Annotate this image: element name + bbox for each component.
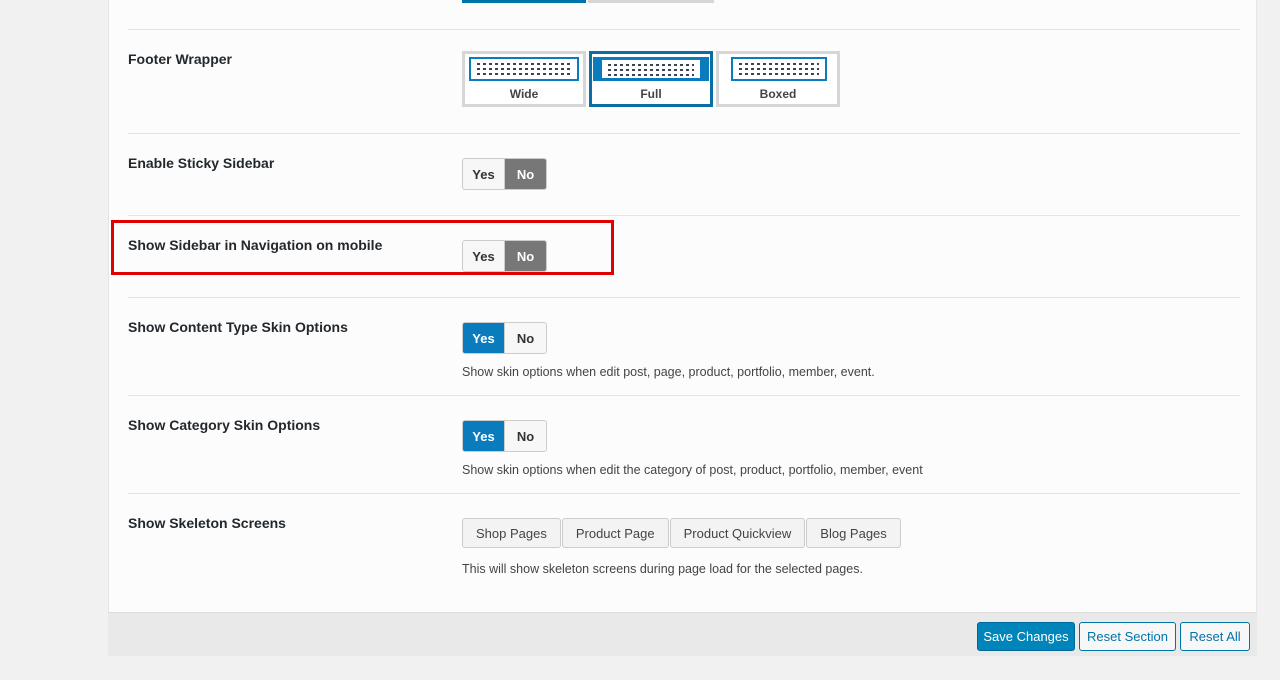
product-page-button[interactable]: Product Page [561, 518, 669, 548]
wide-caption: Wide [509, 87, 539, 101]
content-type-skin-hint: Show skin options when edit post, page, … [462, 365, 875, 379]
category-skin-no[interactable]: No [504, 421, 546, 451]
sticky-sidebar-label: Enable Sticky Sidebar [128, 155, 275, 171]
content-type-skin-no[interactable]: No [504, 323, 546, 353]
sidebar-nav-mobile-row: Show Sidebar in Navigation on mobile Yes… [128, 215, 1240, 298]
boxed-layout-icon [731, 57, 827, 81]
blog-pages-button[interactable]: Blog Pages [806, 518, 901, 548]
sticky-sidebar-field: Yes No [462, 158, 547, 190]
full-layout-icon [593, 57, 709, 81]
skeleton-screens-buttons: Shop Pages Product Page Product Quickvie… [462, 518, 901, 548]
sticky-sidebar-no[interactable]: No [504, 159, 546, 189]
options-panel: Footer Wrapper Wide Full Boxed Enable St… [108, 0, 1257, 656]
footer-wrapper-wide-option[interactable]: Wide [462, 51, 586, 107]
category-skin-field: Yes No Show skin options when edit the c… [462, 420, 923, 477]
footer-wrapper-full-option[interactable]: Full [589, 51, 713, 107]
category-skin-switch: Yes No [462, 420, 547, 452]
boxed-caption: Boxed [759, 87, 797, 101]
full-caption: Full [640, 87, 662, 101]
content-type-skin-label: Show Content Type Skin Options [128, 319, 348, 335]
inactive-tab-edge[interactable] [588, 0, 714, 3]
active-tab-edge[interactable] [462, 0, 586, 3]
wide-layout-icon [469, 57, 579, 81]
footer-wrapper-boxed-option[interactable]: Boxed [716, 51, 840, 107]
footer-action-bar: Save Changes Reset Section Reset All [108, 612, 1257, 656]
shop-pages-button[interactable]: Shop Pages [462, 518, 561, 548]
save-changes-button[interactable]: Save Changes [977, 622, 1075, 651]
category-skin-row: Show Category Skin Options Yes No Show s… [128, 395, 1240, 494]
category-skin-hint: Show skin options when edit the category… [462, 463, 923, 477]
content-type-skin-switch: Yes No [462, 322, 547, 354]
reset-section-button[interactable]: Reset Section [1079, 622, 1176, 651]
skeleton-screens-row: Show Skeleton Screens Shop Pages Product… [128, 493, 1240, 613]
footer-wrapper-label: Footer Wrapper [128, 51, 232, 67]
option-tab-strip [462, 0, 714, 3]
sidebar-nav-mobile-switch: Yes No [462, 240, 547, 272]
sidebar-nav-mobile-field: Yes No [462, 240, 547, 272]
content-type-skin-field: Yes No Show skin options when edit post,… [462, 322, 875, 379]
skeleton-screens-hint: This will show skeleton screens during p… [462, 562, 863, 576]
category-skin-yes[interactable]: Yes [463, 421, 504, 451]
reset-all-button[interactable]: Reset All [1180, 622, 1250, 651]
sidebar-nav-mobile-no[interactable]: No [504, 241, 546, 271]
sticky-sidebar-row: Enable Sticky Sidebar Yes No [128, 133, 1240, 216]
sidebar-nav-mobile-yes[interactable]: Yes [463, 241, 504, 271]
footer-wrapper-row: Footer Wrapper Wide Full Boxed [128, 29, 1240, 134]
sticky-sidebar-switch: Yes No [462, 158, 547, 190]
product-quickview-button[interactable]: Product Quickview [669, 518, 806, 548]
category-skin-label: Show Category Skin Options [128, 417, 321, 433]
sticky-sidebar-yes[interactable]: Yes [463, 159, 504, 189]
content-type-skin-yes[interactable]: Yes [463, 323, 504, 353]
skeleton-screens-field: Shop Pages Product Page Product Quickvie… [462, 518, 901, 576]
content-type-skin-row: Show Content Type Skin Options Yes No Sh… [128, 297, 1240, 396]
skeleton-screens-label: Show Skeleton Screens [128, 515, 286, 531]
sidebar-nav-mobile-label: Show Sidebar in Navigation on mobile [128, 237, 383, 253]
